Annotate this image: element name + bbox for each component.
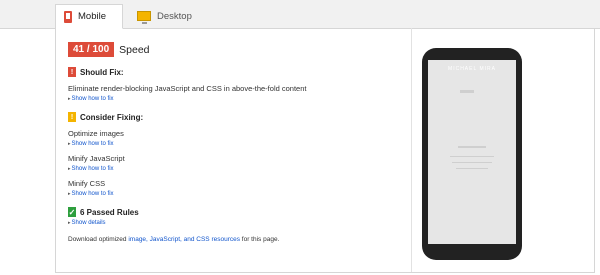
consider-fixing-section: ! Consider Fixing: Optimize images ▸Show… xyxy=(68,112,408,197)
device-tab-bar: Mobile Desktop xyxy=(0,0,600,29)
phone-frame: MICHAEL MIRA xyxy=(422,48,522,260)
consider-fixing-header: ! Consider Fixing: xyxy=(68,112,408,122)
phone-icon xyxy=(64,10,72,23)
triangle-right-icon: ▸ xyxy=(68,96,71,102)
mobile-preview-panel: MICHAEL MIRA xyxy=(411,28,595,272)
preview-line xyxy=(452,162,492,163)
preview-site-title: MICHAEL MIRA xyxy=(448,66,496,72)
passed-rules-section: ✓ 6 Passed Rules ▸Show details xyxy=(68,207,408,226)
tab-desktop-label: Desktop xyxy=(157,10,192,22)
desktop-icon xyxy=(137,11,151,24)
triangle-right-icon: ▸ xyxy=(68,220,71,226)
exclamation-icon: ! xyxy=(68,112,76,122)
show-how-to-fix-label: Show how to fix xyxy=(71,166,114,172)
speed-score-badge: 41 / 100 xyxy=(68,42,115,57)
consider-fixing-title: Consider Fixing: xyxy=(80,112,144,122)
preview-line xyxy=(456,168,488,169)
download-prefix: Download optimized xyxy=(68,236,129,243)
show-how-to-fix-label: Show how to fix xyxy=(71,96,114,102)
speed-score-row: 41 / 100 Speed xyxy=(68,42,408,57)
show-how-to-fix-label: Show how to fix xyxy=(71,141,114,147)
show-details-link[interactable]: ▸Show details xyxy=(68,220,408,226)
tab-desktop[interactable]: Desktop xyxy=(129,4,207,28)
rule-minify-css: Minify CSS xyxy=(68,179,106,188)
show-how-to-fix-link[interactable]: ▸Show how to fix xyxy=(68,166,408,172)
checkmark-icon: ✓ xyxy=(68,207,76,217)
triangle-right-icon: ▸ xyxy=(68,141,71,147)
should-fix-header: ! Should Fix: xyxy=(68,67,408,77)
show-details-label: Show details xyxy=(71,220,106,226)
rule-minify-javascript: Minify JavaScript xyxy=(68,154,125,163)
speed-label: Speed xyxy=(119,43,150,56)
exclamation-icon: ! xyxy=(68,67,76,77)
results-panel: 41 / 100 Speed ! Should Fix: Eliminate r… xyxy=(55,28,595,273)
show-how-to-fix-label: Show how to fix xyxy=(71,191,114,197)
download-note: Download optimized image, JavaScript, an… xyxy=(68,236,408,243)
tab-mobile[interactable]: Mobile xyxy=(55,4,123,29)
show-how-to-fix-link[interactable]: ▸Show how to fix xyxy=(68,96,408,102)
rule-optimize-images: Optimize images xyxy=(68,129,124,138)
preview-line xyxy=(458,146,486,148)
preview-line xyxy=(460,90,474,93)
preview-line xyxy=(450,156,494,157)
rule-render-blocking: Eliminate render-blocking JavaScript and… xyxy=(68,84,307,93)
show-how-to-fix-link[interactable]: ▸Show how to fix xyxy=(68,141,408,147)
triangle-right-icon: ▸ xyxy=(68,166,71,172)
should-fix-title: Should Fix: xyxy=(80,67,124,77)
download-resources-link[interactable]: image, JavaScript, and CSS resources xyxy=(128,236,240,243)
results-list: 41 / 100 Speed ! Should Fix: Eliminate r… xyxy=(68,42,408,243)
download-suffix: for this page. xyxy=(239,236,280,243)
passed-rules-title: 6 Passed Rules xyxy=(80,207,139,217)
tab-mobile-label: Mobile xyxy=(78,11,106,22)
should-fix-section: ! Should Fix: Eliminate render-blocking … xyxy=(68,67,408,102)
show-how-to-fix-link[interactable]: ▸Show how to fix xyxy=(68,191,408,197)
page-preview-screen: MICHAEL MIRA xyxy=(428,60,516,244)
triangle-right-icon: ▸ xyxy=(68,191,71,197)
passed-rules-header: ✓ 6 Passed Rules xyxy=(68,207,408,217)
